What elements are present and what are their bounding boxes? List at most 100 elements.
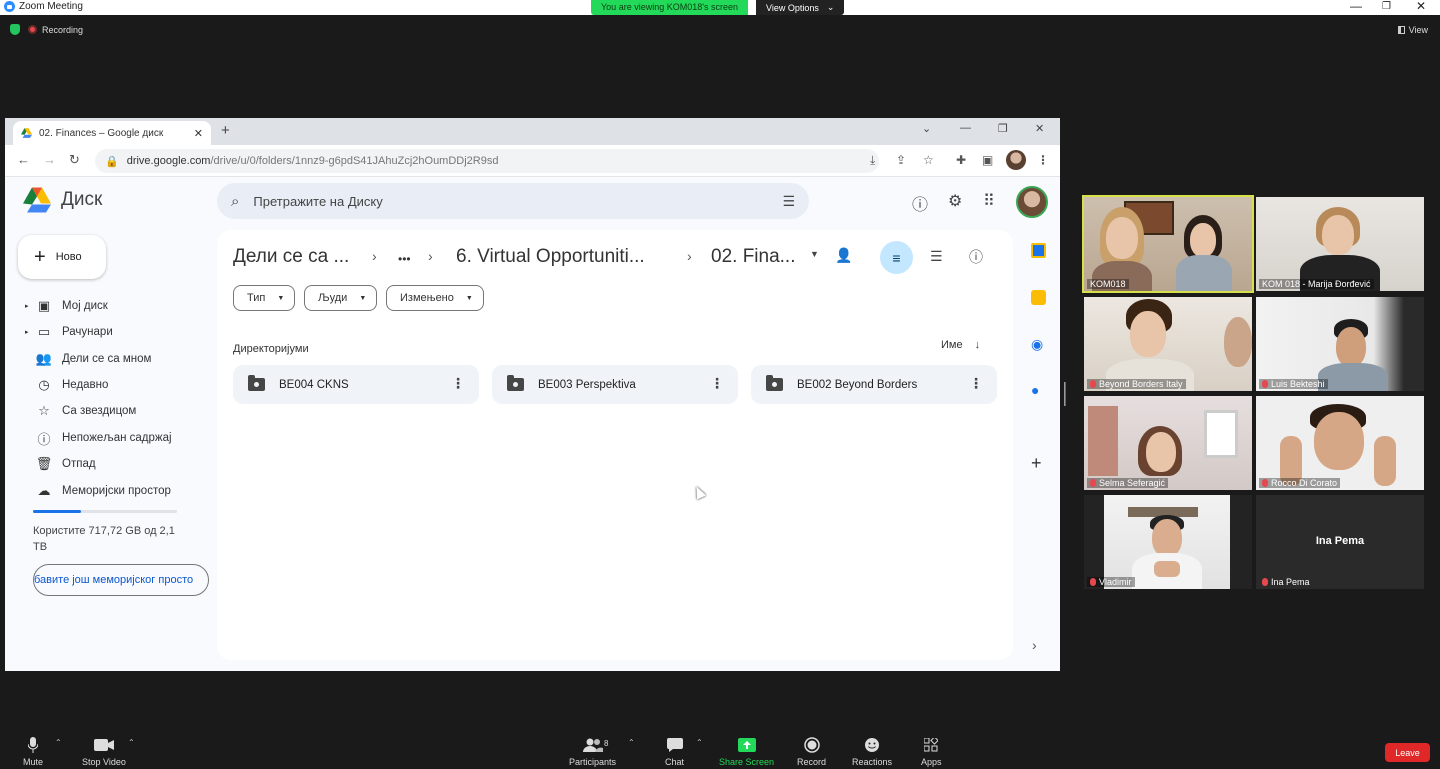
participant-tile[interactable]: Luis Bekteshi [1256,297,1424,391]
participants-button[interactable]: Participants [569,736,616,767]
list-view-icon[interactable]: ☰ [930,248,943,265]
sidebar-item-my-drive[interactable]: ▸ ▣ Мој диск [25,295,108,317]
search-options-icon[interactable]: ☰ [782,193,795,210]
calendar-icon[interactable] [1031,243,1046,258]
record-button[interactable]: Record [797,736,826,767]
sidebar-item-trash[interactable]: 🗑 Отпад [25,453,96,475]
browser-tab[interactable]: 02. Finances – Google диск ✕ [13,121,211,145]
view-button[interactable]: View [1397,25,1428,35]
share-screen-label: Share Screen [719,757,775,767]
browser-minimize-button[interactable]: — [960,122,971,134]
sort-button[interactable]: Име ↓ [941,339,980,351]
chevron-right-icon: › [428,248,433,264]
forward-arrow-icon[interactable]: → [43,152,56,167]
filter-chip-type[interactable]: Тип ▼ [233,285,296,311]
filter-toggle-button[interactable]: ≡ [880,241,913,274]
new-tab-button[interactable]: + [221,122,230,139]
sidebar-item-recent[interactable]: ◷ Недавно [25,374,108,396]
bookmark-star-icon[interactable]: ☆ [923,153,934,167]
more-actions-icon[interactable]: ⋮ [969,376,983,390]
settings-gear-icon[interactable]: ⚙ [948,191,962,211]
breadcrumb-item[interactable]: Дели се са ... [233,246,349,268]
more-actions-icon[interactable]: ⋮ [451,376,465,390]
maximize-button[interactable]: ❐ [1382,0,1391,13]
filter-chip-modified[interactable]: Измењено ▼ [386,285,484,311]
view-options-button[interactable]: View Options ⌄ [756,0,845,15]
participant-tile[interactable]: Selma Seferagić [1084,396,1252,490]
get-more-storage-button[interactable]: бавите још меморијског просто [33,564,209,596]
drive-search-bar[interactable]: ⌕ Претражите на Диску ☰ [217,183,809,219]
breadcrumb-more[interactable]: ••• [398,252,411,266]
folder-item[interactable]: BE004 CKNS ⋮ [233,365,479,404]
add-addon-icon[interactable]: + [1031,453,1042,474]
contacts-icon[interactable]: ● [1031,382,1039,398]
apps-button[interactable]: Apps [921,736,942,767]
chat-options-caret-icon[interactable]: ⌃ [696,738,703,747]
browser-close-button[interactable]: ✕ [1035,122,1044,135]
trash-icon: 🗑 [35,456,53,471]
chat-button[interactable]: Chat [665,736,684,767]
back-arrow-icon[interactable]: ← [17,152,30,167]
browser-restore-button[interactable]: ❐ [998,122,1008,135]
participant-tile[interactable]: KOM018 [1082,195,1254,293]
breadcrumb-item[interactable]: 6. Virtual Opportuniti... [456,246,645,268]
share-icon[interactable]: ⇪ [896,153,906,167]
keep-icon[interactable] [1031,290,1046,305]
participant-tile[interactable]: KOM 018 - Marija Đorđević [1256,197,1424,291]
folder-item[interactable]: BE003 Perspektiva ⋮ [492,365,738,404]
sidebar-item-shared[interactable]: 👥 Дели се са мном [25,348,151,370]
info-icon[interactable]: ⓘ [969,247,983,267]
chevron-down-icon: ⌄ [826,2,835,12]
apps-icon [924,736,939,753]
browser-menu-icon[interactable]: ⋮ [1037,153,1049,167]
sidebar-item-spam[interactable]: ⓘ Непожељан садржај [25,427,171,449]
reactions-button[interactable]: Reactions [852,736,892,767]
recent-icon: ◷ [38,377,50,392]
mute-button[interactable]: Mute [23,736,43,767]
participant-name: Rocco Di Corato [1259,478,1341,488]
chevron-down-icon[interactable]: ▼ [810,249,819,259]
sidebar-item-storage[interactable]: ☁ Меморијски простор [25,480,171,502]
reload-icon[interactable]: ↻ [69,152,80,168]
extensions-icon[interactable]: ✚ [956,153,966,167]
profile-avatar[interactable] [1006,150,1026,170]
new-button[interactable]: + Ново [18,235,106,279]
help-icon[interactable]: ⓘ [912,191,928,215]
drive-logo[interactable]: Диск [23,187,102,213]
sidebar-item-label: Дели се са мном [62,353,152,365]
tasks-icon[interactable]: ◉ [1031,336,1043,353]
account-avatar[interactable] [1016,186,1048,218]
leave-button[interactable]: Leave [1385,743,1430,762]
participants-options-caret-icon[interactable]: ⌃ [628,738,635,747]
side-panel-icon[interactable]: ▣ [982,153,993,167]
participant-tile[interactable]: Beyond Borders Italy [1084,297,1252,391]
sidebar-item-starred[interactable]: ☆ Са звездицом [25,400,136,422]
mic-options-caret-icon[interactable]: ⌃ [55,738,62,747]
share-screen-button[interactable]: Share Screen [719,736,774,767]
address-bar[interactable]: 🔒 drive.google.com/drive/u/0/folders/1nn… [95,149,879,173]
minimize-button[interactable]: — [1350,0,1362,13]
browser-tab-bar: 02. Finances – Google диск ✕ + ⌄ — ❐ ✕ [5,118,1060,145]
shared-folder-icon [248,375,265,391]
install-icon[interactable]: ⤓ [870,153,875,168]
participant-tile[interactable]: Rocco Di Corato [1256,396,1424,490]
participant-tile[interactable]: Ina Pema Ina Pema [1256,495,1424,589]
tab-search-icon[interactable]: ⌄ [922,122,931,135]
drive-favicon-icon [21,128,32,138]
tab-close-icon[interactable]: ✕ [194,127,203,140]
manage-access-icon[interactable]: 👤 [835,247,852,264]
participant-tile[interactable]: Vladimir [1084,495,1252,589]
close-button[interactable]: ✕ [1416,0,1426,13]
apps-grid-icon[interactable]: ⠿ [983,191,995,211]
video-options-caret-icon[interactable]: ⌃ [128,738,135,747]
sidebar-item-label: Недавно [62,379,109,391]
more-actions-icon[interactable]: ⋮ [710,376,724,390]
breadcrumb-current[interactable]: 02. Fina... [711,246,796,268]
filter-chip-people[interactable]: Људи ▼ [304,285,378,311]
resize-handle[interactable] [1064,382,1066,406]
expand-panel-icon[interactable]: › [1032,637,1037,653]
folder-item[interactable]: BE002 Beyond Borders ⋮ [751,365,997,404]
shared-folder-icon [766,375,783,391]
sidebar-item-computers[interactable]: ▸ ▭ Рачунари [25,321,113,343]
stop-video-button[interactable]: Stop Video [82,736,126,767]
